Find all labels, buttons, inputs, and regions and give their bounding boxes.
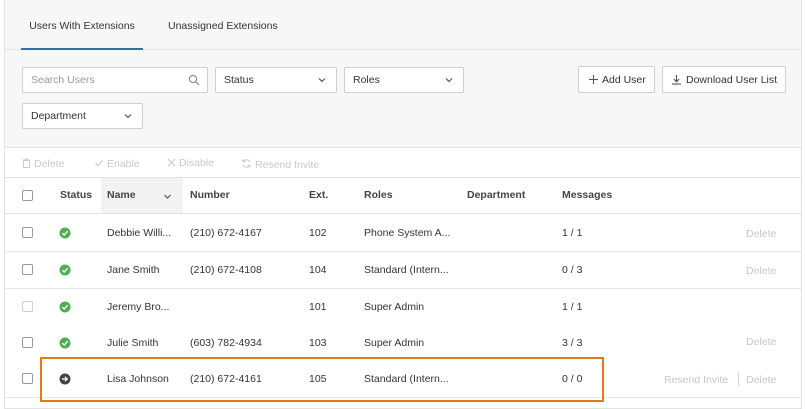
column-header-ext[interactable]: Ext. bbox=[309, 189, 328, 201]
bulk-resend-invite-label: Resend Invite bbox=[255, 159, 320, 171]
trash-icon bbox=[22, 158, 31, 168]
column-header-name[interactable]: Name bbox=[107, 189, 136, 201]
row-checkbox[interactable] bbox=[22, 227, 33, 238]
search-box bbox=[22, 67, 208, 93]
tab-unassigned-extensions[interactable]: Unassigned Extensions bbox=[168, 0, 278, 50]
user-ext: 104 bbox=[309, 264, 327, 276]
user-name[interactable]: Lisa Johnson bbox=[107, 373, 169, 385]
tab-bar: Users With Extensions Unassigned Extensi… bbox=[5, 0, 801, 50]
status-active-icon bbox=[59, 301, 71, 313]
download-icon bbox=[672, 75, 681, 85]
tab-users-with-extensions[interactable]: Users With Extensions bbox=[21, 0, 143, 50]
status-dropdown-label: Status bbox=[224, 74, 254, 86]
user-roles: Super Admin bbox=[364, 337, 425, 349]
user-number: (210) 672-4161 bbox=[190, 373, 262, 385]
user-messages: 1 / 1 bbox=[562, 227, 583, 239]
user-ext: 101 bbox=[309, 301, 327, 313]
add-user-button[interactable]: Add User bbox=[578, 66, 655, 93]
user-name[interactable]: Jane Smith bbox=[107, 264, 160, 276]
table-row[interactable]: Debbie Willi... (210) 672-4167 102 Phone… bbox=[5, 215, 801, 252]
select-all-checkbox[interactable] bbox=[22, 190, 33, 201]
refresh-icon bbox=[241, 159, 252, 168]
table-row[interactable]: Lisa Johnson (210) 672-4161 105 Standard… bbox=[5, 360, 801, 398]
column-header-messages[interactable]: Messages bbox=[562, 189, 612, 201]
row-resend-invite-button[interactable]: Resend Invite bbox=[664, 374, 728, 386]
chevron-down-icon bbox=[445, 78, 453, 83]
tab-label: Users With Extensions bbox=[29, 20, 135, 32]
column-header-status[interactable]: Status bbox=[60, 189, 92, 201]
row-delete-button[interactable]: Delete bbox=[746, 336, 776, 348]
tab-label: Unassigned Extensions bbox=[168, 20, 278, 32]
close-icon bbox=[167, 158, 176, 167]
user-roles: Phone System A... bbox=[364, 227, 451, 239]
user-roles: Standard (Intern... bbox=[364, 264, 449, 276]
bulk-delete-button[interactable]: Delete bbox=[22, 157, 64, 170]
user-number: (603) 782-4934 bbox=[190, 337, 262, 349]
row-checkbox[interactable] bbox=[22, 264, 33, 275]
bulk-disable-button[interactable]: Disable bbox=[167, 157, 214, 169]
column-header-roles[interactable]: Roles bbox=[364, 189, 393, 201]
sort-chevron-down-icon[interactable] bbox=[163, 192, 172, 201]
status-active-icon bbox=[59, 264, 71, 276]
plus-icon bbox=[589, 75, 598, 84]
action-divider bbox=[738, 372, 739, 386]
column-header-number[interactable]: Number bbox=[190, 189, 230, 201]
column-header-department[interactable]: Department bbox=[467, 189, 525, 201]
check-icon bbox=[95, 160, 103, 167]
user-roles: Standard (Intern... bbox=[364, 373, 449, 385]
download-user-list-label: Download User List bbox=[686, 74, 778, 86]
bulk-delete-label: Delete bbox=[34, 158, 65, 170]
user-messages: 0 / 0 bbox=[562, 373, 583, 385]
user-messages: 3 / 3 bbox=[562, 337, 583, 349]
row-delete-button[interactable]: Delete bbox=[746, 374, 776, 386]
user-ext: 102 bbox=[309, 227, 327, 239]
user-name[interactable]: Jeremy Bro... bbox=[107, 301, 169, 313]
bulk-enable-label: Enable bbox=[107, 158, 140, 170]
roles-dropdown-label: Roles bbox=[353, 74, 380, 86]
user-messages: 0 / 3 bbox=[562, 264, 583, 276]
users-panel: Users With Extensions Unassigned Extensi… bbox=[4, 0, 802, 409]
user-number: (210) 672-4167 bbox=[190, 227, 262, 239]
user-name[interactable]: Julie Smith bbox=[107, 337, 158, 349]
user-roles: Super Admin bbox=[364, 301, 425, 313]
row-checkbox[interactable] bbox=[22, 301, 33, 312]
table-row[interactable]: Jeremy Bro... 101 Super Admin 1 / 1 bbox=[5, 289, 801, 326]
status-active-icon bbox=[59, 227, 71, 239]
department-dropdown[interactable]: Department bbox=[22, 103, 143, 129]
row-checkbox[interactable] bbox=[22, 337, 33, 348]
user-ext: 103 bbox=[309, 337, 327, 349]
row-delete-button[interactable]: Delete bbox=[746, 228, 776, 240]
user-name[interactable]: Debbie Willi... bbox=[107, 227, 171, 239]
bulk-resend-invite-button[interactable]: Resend Invite bbox=[241, 157, 319, 171]
user-ext: 105 bbox=[309, 373, 327, 385]
status-dropdown[interactable]: Status bbox=[215, 67, 337, 93]
bulk-disable-label: Disable bbox=[179, 157, 215, 169]
download-user-list-button[interactable]: Download User List bbox=[662, 66, 786, 93]
status-invited-icon bbox=[59, 373, 71, 385]
department-dropdown-label: Department bbox=[31, 110, 86, 122]
search-icon[interactable] bbox=[188, 74, 200, 86]
filter-bar: Status Roles Department Add User Downl bbox=[5, 50, 801, 148]
chevron-down-icon bbox=[318, 78, 326, 83]
bulk-enable-button[interactable]: Enable bbox=[94, 157, 140, 170]
table-header: Status Name Number Ext. Roles Department… bbox=[5, 178, 801, 214]
search-input[interactable] bbox=[23, 68, 207, 92]
row-delete-button[interactable]: Delete bbox=[746, 265, 776, 277]
status-active-icon bbox=[59, 337, 71, 349]
user-messages: 1 / 1 bbox=[562, 301, 583, 313]
user-number: (210) 672-4108 bbox=[190, 264, 262, 276]
chevron-down-icon bbox=[124, 114, 132, 119]
table-row[interactable]: Julie Smith (603) 782-4934 103 Super Adm… bbox=[5, 325, 801, 362]
add-user-label: Add User bbox=[602, 74, 646, 86]
table-row[interactable]: Jane Smith (210) 672-4108 104 Standard (… bbox=[5, 252, 801, 289]
bulk-actions-bar: Delete Enable Disable Resend Invite bbox=[5, 149, 801, 178]
row-checkbox[interactable] bbox=[22, 373, 33, 384]
roles-dropdown[interactable]: Roles bbox=[344, 67, 464, 93]
